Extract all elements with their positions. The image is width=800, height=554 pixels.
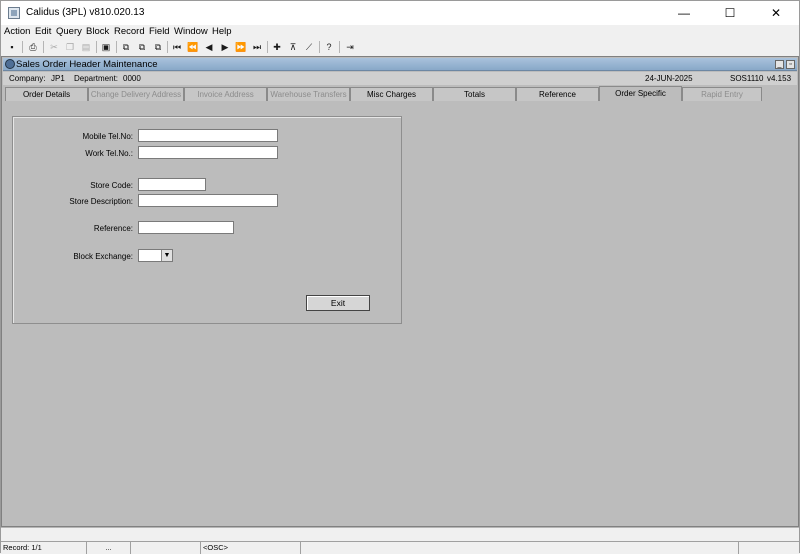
menu-query[interactable]: Query (56, 26, 82, 37)
cut-icon[interactable]: ✂ (48, 41, 60, 53)
help-icon[interactable]: ? (323, 41, 335, 53)
tab-rapid-entry[interactable]: Rapid Entry (682, 87, 762, 101)
department-value: 0000 (123, 74, 141, 83)
minimize-button[interactable]: — (661, 1, 707, 25)
toolbar-separator (339, 41, 340, 53)
order-specific-panel: Mobile Tel.No: Work Tel.No.: Store Code:… (12, 116, 402, 324)
save-icon[interactable]: ▪ (6, 41, 18, 53)
previous-record-icon[interactable]: ◀ (203, 41, 215, 53)
reference-input[interactable] (138, 221, 234, 234)
delete-record-icon[interactable]: ⊼ (287, 41, 299, 53)
block-exchange-select[interactable]: ▼ (138, 249, 173, 262)
paste-icon[interactable]: ▤ (80, 41, 92, 53)
tab-misc-charges[interactable]: Misc Charges (350, 87, 433, 101)
menu-edit[interactable]: Edit (35, 26, 51, 37)
query-icon[interactable]: ⧉ (120, 41, 132, 53)
form-version: v4.153 (767, 74, 792, 83)
mobile-tel-label: Mobile Tel.No: (82, 132, 133, 141)
exit-button[interactable]: Exit (306, 295, 370, 311)
insert-record-icon[interactable]: ✚ (271, 41, 283, 53)
menu-block[interactable]: Block (86, 26, 109, 37)
form-title-bar: Sales Order Header Maintenance _ ▫ (3, 58, 797, 71)
menu-help[interactable]: Help (212, 26, 232, 37)
previous-page-icon[interactable]: ⏪ (187, 41, 199, 53)
last-record-icon[interactable]: ⏭ (251, 41, 263, 53)
block-exchange-label: Block Exchange: (73, 252, 133, 261)
status-bar: Record: 1/1 ... <OSC> (1, 541, 799, 554)
mobile-tel-input[interactable] (138, 129, 278, 142)
toolbar: ▪ ⎙ ✂ ❐ ▤ ▣ ⧉ ⧉ ⧉ ⏮ ⏪ ◀ ▶ ⏩ ⏭ ✚ ⊼ ⟋ ? ⇥ (1, 39, 799, 55)
toolbar-separator (116, 41, 117, 53)
form-date: 24-JUN-2025 (645, 74, 693, 83)
tab-invoice-address[interactable]: Invoice Address (184, 87, 267, 101)
message-bar (1, 527, 799, 541)
department-label: Department: (74, 74, 119, 83)
tab-content: Mobile Tel.No: Work Tel.No.: Store Code:… (3, 101, 797, 521)
window-title: Calidus (3PL) v810.020.13 (26, 7, 145, 18)
form-info-bar: Company: JP1 Department: 0000 24-JUN-202… (3, 72, 797, 85)
status-list-indicator: ... (87, 542, 131, 554)
tab-totals[interactable]: Totals (433, 87, 516, 101)
status-mode: <OSC> (201, 542, 301, 554)
reference-label: Reference: (93, 224, 133, 233)
tab-change-delivery-address[interactable]: Change Delivery Address (88, 87, 184, 101)
toolbar-separator (319, 41, 320, 53)
form-code: SOS1110 (730, 74, 764, 83)
first-record-icon[interactable]: ⏮ (171, 41, 183, 53)
copy-icon[interactable]: ❐ (64, 41, 76, 53)
toolbar-separator (267, 41, 268, 53)
menu-record[interactable]: Record (114, 26, 145, 37)
form-title: Sales Order Header Maintenance (16, 59, 158, 70)
tab-order-specific[interactable]: Order Specific (599, 86, 682, 101)
chevron-down-icon[interactable]: ▼ (161, 250, 172, 261)
next-record-icon[interactable]: ▶ (219, 41, 231, 53)
form-restore-icon[interactable]: ▫ (786, 60, 795, 69)
menu-window[interactable]: Window (174, 26, 208, 37)
toolbar-separator (43, 41, 44, 53)
status-empty-cell (679, 542, 739, 554)
application-window: Calidus (3PL) v810.020.13 — ☐ ✕ Action E… (0, 0, 800, 554)
tab-reference[interactable]: Reference (516, 87, 599, 101)
java-app-icon (8, 7, 20, 19)
form-frame: Sales Order Header Maintenance _ ▫ Compa… (1, 56, 799, 527)
title-bar: Calidus (3PL) v810.020.13 — ☐ ✕ (1, 1, 799, 25)
query-execute-icon[interactable]: ⧉ (136, 41, 148, 53)
menu-field[interactable]: Field (149, 26, 170, 37)
status-empty-cell (131, 542, 201, 554)
exit-icon[interactable]: ⇥ (344, 41, 356, 53)
company-value: JP1 (51, 74, 65, 83)
print-icon[interactable]: ⎙ (27, 41, 39, 53)
work-tel-input[interactable] (138, 146, 278, 159)
work-tel-label: Work Tel.No.: (85, 149, 133, 158)
tab-order-details[interactable]: Order Details (5, 87, 88, 101)
form-minimize-icon[interactable]: _ (775, 60, 784, 69)
status-record: Record: 1/1 (1, 542, 87, 554)
next-page-icon[interactable]: ⏩ (235, 41, 247, 53)
store-description-input[interactable] (138, 194, 278, 207)
store-code-label: Store Code: (90, 181, 133, 190)
tab-strip: Order Details Change Delivery Address In… (5, 86, 795, 101)
menu-bar: Action Edit Query Block Record Field Win… (1, 25, 799, 39)
toolbar-separator (96, 41, 97, 53)
clear-icon[interactable]: ▣ (100, 41, 112, 53)
close-button[interactable]: ✕ (753, 1, 799, 25)
store-description-label: Store Description: (69, 197, 133, 206)
company-label: Company: (9, 74, 46, 83)
toolbar-separator (22, 41, 23, 53)
tab-warehouse-transfers[interactable]: Warehouse Transfers (267, 87, 350, 101)
clear-record-icon[interactable]: ⟋ (303, 41, 315, 53)
store-code-input[interactable] (138, 178, 206, 191)
query-count-icon[interactable]: ⧉ (152, 41, 164, 53)
menu-action[interactable]: Action (4, 26, 30, 37)
toolbar-separator (167, 41, 168, 53)
maximize-button[interactable]: ☐ (707, 1, 753, 25)
form-icon (5, 59, 15, 69)
